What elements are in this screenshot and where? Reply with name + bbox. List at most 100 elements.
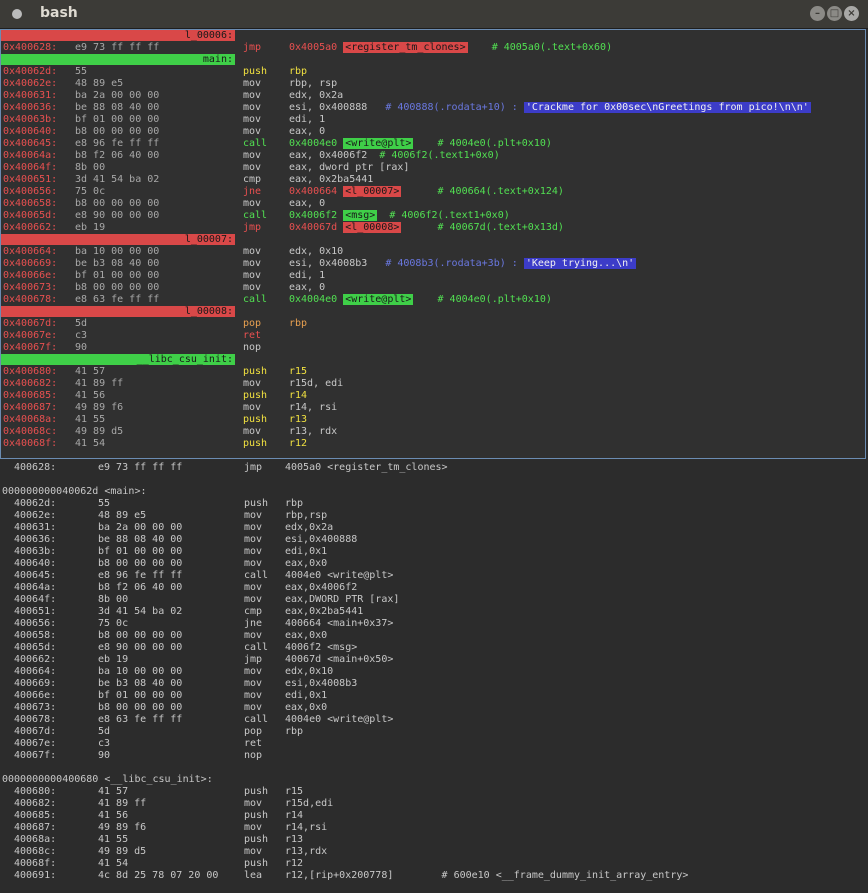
r2-instruction-row[interactable]: 0x40062d: 55 push rbp (3, 66, 863, 78)
operand-part: # 4006f2(.text1+0x0) (379, 150, 500, 161)
dump-address: 40063b: (14, 546, 57, 557)
r2-instruction-row[interactable]: 0x400687: 49 89 f6 mov r14, rsi (3, 402, 863, 414)
dump-mnemonic: push (244, 498, 269, 509)
r2-instruction-row[interactable]: 0x400636: be 88 08 40 00 mov esi, 0x400888 … (3, 102, 863, 114)
dump-mnemonic: push (244, 786, 269, 797)
r2-instruction-row[interactable]: 0x40068a: 41 55 push r13 (3, 414, 863, 426)
objdump-row: 400685: 41 56 push r14 (2, 810, 862, 822)
operand-part: # 4008b3(.rodata+3b) : (385, 258, 524, 269)
r2-instruction-row[interactable]: 0x400669: be b3 08 40 00 mov esi, 0x4008b3 … (3, 258, 863, 270)
r2-instruction-row[interactable]: 0x400685: 41 56 push r14 (3, 390, 863, 402)
operand-part: # 4005a0(.text+0x60) (467, 42, 613, 53)
operand-part: # 4006f2(.text1+0x0) (377, 210, 510, 221)
r2-instruction-row[interactable]: 0x400640: b8 00 00 00 00 mov eax, 0 (3, 126, 863, 138)
r2-instruction-row[interactable]: 0x40062e: 48 89 e5 mov rbp, rsp (3, 78, 863, 90)
operand-part: rbp, rsp (289, 78, 338, 89)
r2-mnemonic: mov (243, 246, 262, 257)
dump-mnemonic: lea (244, 870, 263, 881)
close-button[interactable]: × (844, 6, 859, 21)
r2-mnemonic: push (243, 366, 268, 377)
dump-operands: edx,0x2a (285, 522, 334, 533)
r2-instruction-row[interactable]: 0x400658: b8 00 00 00 00 mov eax, 0 (3, 198, 863, 210)
dump-operands: rbp,rsp (285, 510, 328, 521)
r2-mnemonic: pop (243, 318, 262, 329)
objdump-row: 400682: 41 89 ff mov r15d,edi (2, 798, 862, 810)
r2-instruction-row[interactable]: 0x400656: 75 0c jne 0x400664 <l_00007> # 40… (3, 186, 863, 198)
r2-instruction-row[interactable]: 0x400631: ba 2a 00 00 00 mov edx, 0x2a (3, 90, 863, 102)
r2-address: 0x40062d: (3, 66, 58, 77)
dump-address: 40067f: (14, 750, 57, 761)
r2-instruction-row[interactable]: 0x40068f: 41 54 push r12 (3, 438, 863, 450)
dump-bytes: e8 96 fe ff ff (98, 570, 183, 581)
r2-bytes: 8b 00 (75, 162, 106, 173)
r2-instruction-row[interactable]: 0x40064a: b8 f2 06 40 00 mov eax, 0x4006f2 … (3, 150, 863, 162)
dump-address: 40062e: (14, 510, 57, 521)
r2-mnemonic: mov (243, 270, 262, 281)
dump-address: 40067e: (14, 738, 57, 749)
r2-mnemonic: mov (243, 78, 262, 89)
objdump-row: 40068a: 41 55 push r13 (2, 834, 862, 846)
objdump-row: 40065d: e8 90 00 00 00 call 4006f2 <msg> (2, 642, 862, 654)
r2-bytes: eb 19 (75, 222, 106, 233)
r2-instruction-row[interactable]: 0x40063b: bf 01 00 00 00 mov edi, 1 (3, 114, 863, 126)
r2-instruction-row[interactable]: 0x400673: b8 00 00 00 00 mov eax, 0 (3, 282, 863, 294)
radare2-disassembly-panel[interactable]: l_00006: 0x400628: e9 73 ff ff ff jmp 0x4005… (0, 29, 866, 459)
r2-instruction-row[interactable]: 0x40067f: 90 nop (3, 342, 863, 354)
dump-bytes: b8 f2 06 40 00 (98, 582, 183, 593)
dump-mnemonic: jne (244, 618, 263, 629)
r2-operands: 0x4004e0 <write@plt> # 4004e0(.plt+0x10) (289, 294, 552, 306)
r2-instruction-row[interactable]: 0x40067d: 5d pop rbp (3, 318, 863, 330)
r2-instruction-row[interactable]: 0x40068c: 49 89 d5 mov r13, rdx (3, 426, 863, 438)
r2-instruction-row[interactable]: 0x400680: 41 57 push r15 (3, 366, 863, 378)
dump-operands: esi,0x400888 (285, 534, 358, 545)
dump-bytes: 75 0c (98, 618, 129, 629)
dump-address: 400669: (14, 678, 57, 689)
r2-label: l_00007: (1, 234, 235, 245)
objdump-row: 400636: be 88 08 40 00 mov esi,0x400888 (2, 534, 862, 546)
maximize-button[interactable]: □ (827, 6, 842, 21)
dump-address: 40068a: (14, 834, 57, 845)
objdump-row: 400664: ba 10 00 00 00 mov edx,0x10 (2, 666, 862, 678)
r2-instruction-row[interactable]: 0x400628: e9 73 ff ff ff jmp 0x4005a0 <regi… (3, 42, 863, 54)
dump-mnemonic: call (244, 714, 269, 725)
r2-instruction-row[interactable]: 0x400651: 3d 41 54 ba 02 cmp eax, 0x2ba5441 (3, 174, 863, 186)
r2-instruction-row[interactable]: 0x400662: eb 19 jmp 0x40067d <l_00008> # 40… (3, 222, 863, 234)
objdump-output[interactable]: 400628: e9 73 ff ff ff jmp 4005a0 <register… (0, 460, 868, 893)
r2-address: 0x400640: (3, 126, 58, 137)
operand-part: 0x40067d (289, 222, 344, 233)
r2-instruction-row[interactable]: 0x40064f: 8b 00 mov eax, dword ptr [rax] (3, 162, 863, 174)
terminal-window: bash – □ × l_00006: 0x400628: e9 73 ff ff … (0, 0, 868, 893)
r2-instruction-row[interactable]: 0x40065d: e8 90 00 00 00 call 0x4006f2 <msg… (3, 210, 863, 222)
dump-address: 400662: (14, 654, 57, 665)
r2-instruction-row[interactable]: 0x400664: ba 10 00 00 00 mov edx, 0x10 (3, 246, 863, 258)
dump-operands: r13,rdx (285, 846, 328, 857)
r2-instruction-row[interactable]: 0x400682: 41 89 ff mov r15d, edi (3, 378, 863, 390)
function-header-text: 0000000000400680 <__libc_csu_init>: (2, 774, 213, 785)
dump-bytes: e8 90 00 00 00 (98, 642, 183, 653)
operand-part: r14, rsi (289, 402, 338, 413)
dump-mnemonic: call (244, 642, 269, 653)
minimize-button[interactable]: – (810, 6, 825, 21)
window-title: bash (40, 5, 78, 21)
dump-address: 400678: (14, 714, 57, 725)
dump-bytes: 48 89 e5 (98, 510, 147, 521)
dump-operands: 40067d <main+0x50> (285, 654, 394, 665)
dump-bytes: 5d (98, 726, 111, 737)
r2-instruction-row[interactable]: 0x40066e: bf 01 00 00 00 mov edi, 1 (3, 270, 863, 282)
r2-instruction-row[interactable]: 0x40067e: c3 ret (3, 330, 863, 342)
r2-instruction-row[interactable]: 0x400645: e8 96 fe ff ff call 0x4004e0 <wri… (3, 138, 863, 150)
dump-operands: edi,0x1 (285, 546, 328, 557)
title-bar[interactable]: bash – □ × (0, 0, 868, 29)
r2-operands: r12 (289, 438, 307, 450)
r2-label: l_00006: (1, 30, 235, 41)
r2-address: 0x40067d: (3, 318, 58, 329)
dump-address: 400680: (14, 786, 57, 797)
r2-instruction-row[interactable]: 0x400678: e8 63 fe ff ff call 0x4004e0 <wri… (3, 294, 863, 306)
dump-bytes: bf 01 00 00 00 (98, 546, 183, 557)
r2-address: 0x400651: (3, 174, 58, 185)
r2-mnemonic: mov (243, 90, 262, 101)
r2-mnemonic: nop (243, 342, 262, 353)
dump-mnemonic: ret (244, 738, 263, 749)
r2-bytes: 5d (75, 318, 88, 329)
dump-bytes: ba 10 00 00 00 (98, 666, 183, 677)
